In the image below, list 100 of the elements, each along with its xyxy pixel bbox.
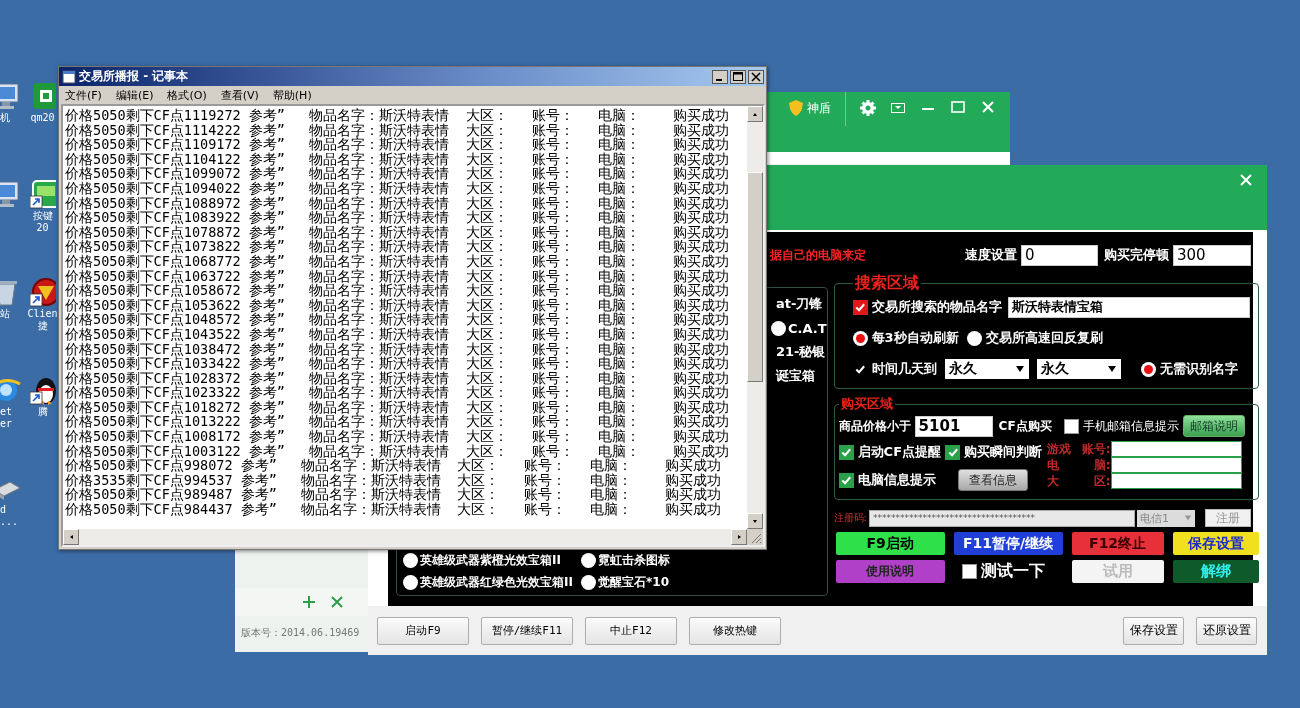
radio-button[interactable] <box>581 574 596 590</box>
text-line: 价格3535剩下CF点994537 参考” 物品名字：斯沃特表情 大区： 账号： 电脑： 购买成功 <box>65 472 722 488</box>
text-line: 价格5050剩下CF点1104122 参考” 物品名字：斯沃特表情 大区： 账号： 电脑： 购买成功 <box>65 151 730 167</box>
checkbox[interactable] <box>961 564 977 579</box>
text-line: 价格5050剩下CF点1008172 参考” 物品名字：斯沃特表情 大区： 账号： 电脑： 购买成功 <box>65 429 730 444</box>
app-icon[interactable] <box>30 80 56 112</box>
text-line: 价格5050剩下CF点1119272 参考” 物品名字：斯沃特表情 大区： 账号： 电脑： 购买成功 <box>65 108 730 123</box>
registration-field[interactable]: ************************************ <box>868 509 1135 527</box>
action-button[interactable]: F11暂停/继续 <box>953 532 1063 555</box>
menu-item[interactable]: 帮助(H) <box>272 87 312 103</box>
checkbox[interactable] <box>852 299 868 315</box>
field-label: 游戏 <box>1046 440 1072 458</box>
horizontal-scrollbar[interactable] <box>63 529 747 545</box>
dropdown[interactable]: 永久 <box>1036 359 1121 379</box>
notepad-icon <box>62 69 76 84</box>
hint-text: 据自己的电脑来定 <box>770 246 866 264</box>
checkbox[interactable] <box>1063 418 1079 434</box>
checkbox[interactable] <box>838 444 854 460</box>
scroll-down-button[interactable] <box>747 513 763 529</box>
text-line: 价格5050剩下CF点1013222 参考” 物品名字：斯沃特表情 大区： 账号： 电脑： 购买成功 <box>65 414 730 430</box>
dropdown[interactable]: 永久 <box>944 359 1029 379</box>
radio-button[interactable] <box>1140 361 1156 377</box>
checkbox-label: 手机邮箱信息提示 <box>1082 417 1179 435</box>
version-text: 版本号：2014.06.19469 <box>240 626 360 640</box>
text-line: 价格5050剩下CF点1078872 参考” 物品名字：斯沃特表情 大区： 账号： 电脑： 购买成功 <box>65 224 730 240</box>
text-line: 价格5050剩下CF点1114222 参考” 物品名字：斯沃特表情 大区： 账号： 电脑： 购买成功 <box>65 122 730 138</box>
plus-icon[interactable] <box>303 596 315 608</box>
radio-button[interactable] <box>581 552 596 568</box>
action-button[interactable]: F9启动 <box>835 532 945 555</box>
window-title: 交易所播报 - 记事本 <box>79 68 189 85</box>
mail-info-button[interactable]: 邮箱说明 <box>1182 415 1245 437</box>
cross-icon[interactable] <box>331 596 343 608</box>
input-field[interactable] <box>1110 473 1242 489</box>
settings-icon[interactable] <box>860 98 876 118</box>
menu-item[interactable]: 格式(O) <box>167 87 207 103</box>
toolbar-button[interactable]: 中止F12 <box>585 616 677 645</box>
input-field[interactable] <box>1110 457 1242 473</box>
field-label: 大 <box>1046 472 1060 490</box>
toolbar-button[interactable]: 保存设置 <box>1123 616 1184 645</box>
group-title: 搜索区域 <box>853 273 920 294</box>
text-line: 价格5050剩下CF点984437 参考” 物品名字：斯沃特表情 大区： 账号： 电脑： 购买成功 <box>65 502 722 517</box>
checkbox[interactable] <box>945 444 960 460</box>
monitor-icon[interactable] <box>0 80 22 112</box>
input-field[interactable]: 5101 <box>914 415 993 437</box>
text-line: 价格5050剩下CF点1099072 参考” 物品名字：斯沃特表情 大区： 账号： 电脑： 购买成功 <box>65 166 730 181</box>
input-field[interactable]: 斯沃特表情宝箱 <box>1007 296 1250 318</box>
radio-button[interactable] <box>771 320 786 336</box>
menu-item[interactable]: 查看(V) <box>220 87 259 103</box>
action-button[interactable]: 保存设置 <box>1172 532 1259 555</box>
toolbar-button[interactable]: 启动F9 <box>377 616 469 645</box>
radio-button[interactable] <box>966 330 982 346</box>
monitor-icon[interactable] <box>0 178 22 210</box>
checkbox-label: 时间几天到 <box>871 360 937 378</box>
action-button[interactable]: F12终止 <box>1071 532 1164 555</box>
close-icon[interactable] <box>748 69 764 84</box>
field-label: 注册码: <box>833 511 867 525</box>
option-label: 英雄级武器紫橙光效宝箱II <box>420 551 561 569</box>
icon-label: ... <box>0 516 19 528</box>
resize-grip-icon[interactable] <box>747 529 763 545</box>
text-line: 价格5050剩下CF点998072 参考” 物品名字：斯沃特表情 大区： 账号： 电脑： 购买成功 <box>65 458 721 473</box>
field-label: 购买完停顿 <box>1104 246 1169 264</box>
option-label: 诞宝箱 <box>776 367 815 385</box>
maximize-icon[interactable] <box>730 69 746 84</box>
scroll-left-button[interactable] <box>63 529 79 545</box>
toolbar-button[interactable]: 暂停/继续F11 <box>481 616 573 645</box>
menu-item[interactable]: 编辑(E) <box>115 87 154 103</box>
toolbar-button[interactable]: 还原设置 <box>1196 616 1257 645</box>
text-line: 价格5050剩下CF点1088972 参考” 物品名字：斯沃特表情 大区： 账号： 电脑： 购买成功 <box>65 195 730 211</box>
radio-button[interactable] <box>403 574 418 590</box>
menu-item[interactable]: 文件(F) <box>65 87 102 103</box>
app-m-icon[interactable] <box>30 178 56 210</box>
radio-label: 交易所高速回反复刷 <box>985 329 1103 347</box>
scroll-right-button[interactable] <box>731 529 747 545</box>
toolbar-button[interactable]: 修改热键 <box>689 616 781 645</box>
radio-button[interactable] <box>403 552 418 568</box>
action-button[interactable]: 解绑 <box>1172 560 1259 583</box>
caret-icon <box>1183 514 1192 522</box>
vertical-scrollbar[interactable] <box>747 106 763 529</box>
input-field[interactable] <box>1110 441 1242 457</box>
caret-icon <box>1106 364 1117 374</box>
text-line: 价格5050剩下CF点1003122 参考” 物品名字：斯沃特表情 大区： 账号： 电脑： 购买成功 <box>65 443 730 459</box>
checkbox-label: 购买瞬间判断 <box>964 443 1042 461</box>
icon-label: 按键 <box>32 210 53 222</box>
text-line: 价格5050剩下CF点1038472 参考” 物品名字：斯沃特表情 大区： 账号： 电脑： 购买成功 <box>65 341 730 357</box>
text-line: 价格5050剩下CF点1109172 参考” 物品名字：斯沃特表情 大区： 账号： 电脑： 购买成功 <box>65 137 730 152</box>
scroll-up-button[interactable] <box>747 106 763 122</box>
minimize-icon[interactable] <box>712 69 728 84</box>
input-field[interactable]: 0 <box>1021 244 1098 266</box>
text-line: 价格5050剩下CF点1033422 参考” 物品名字：斯沃特表情 大区： 账号： 电脑： 购买成功 <box>65 356 730 371</box>
field-label: 区: <box>1092 472 1111 490</box>
field-label: 账号: <box>1080 440 1111 458</box>
radio-button[interactable] <box>852 330 868 346</box>
checkbox[interactable] <box>838 472 854 488</box>
input-field[interactable]: 300 <box>1173 244 1251 266</box>
icon-label: qm20 <box>30 112 55 124</box>
scroll-thumb[interactable] <box>747 172 763 382</box>
text-line: 价格5050剩下CF点1073822 参考” 物品名字：斯沃特表情 大区： 账号： 电脑： 购买成功 <box>65 239 730 254</box>
option-label: C.A.T <box>788 320 827 336</box>
view-info-button[interactable]: 查看信息 <box>957 469 1028 491</box>
option-label: at-刀锋 <box>776 295 823 313</box>
